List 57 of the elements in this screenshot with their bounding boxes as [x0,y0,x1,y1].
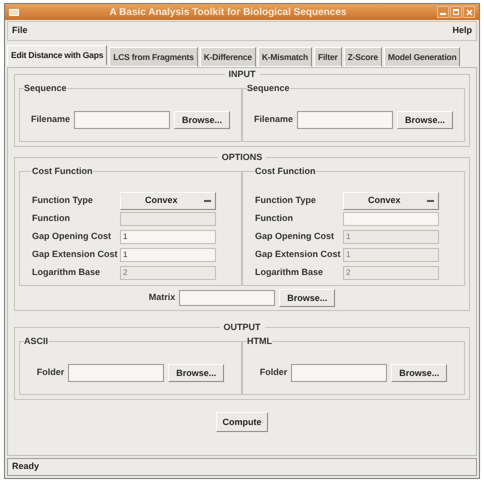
input-field[interactable] [74,111,170,129]
input-field[interactable] [343,212,439,226]
window-menu-icon[interactable] [9,8,19,16]
frame-title: Sequence [24,82,67,95]
input-field[interactable] [291,364,388,382]
frame-title: Cost Function [255,164,316,178]
minimize-icon[interactable] [437,6,449,18]
tab[interactable]: Z-Score [344,47,382,67]
input-field[interactable] [179,290,276,306]
menu-item[interactable]: File [12,24,28,38]
field-label: Folder [260,366,288,380]
frame-title: OUTPUT [222,321,262,334]
field-label: Function Type [255,194,317,207]
input-field[interactable] [297,111,393,129]
menu-item[interactable]: Help [452,24,472,38]
frame-title: Sequence [247,82,290,95]
frame-title: ASCII [24,334,48,348]
field-label: Matrix [148,291,176,304]
tab[interactable]: K-Mismatch [258,47,312,67]
frame-title: OPTIONS [220,151,264,164]
tab[interactable]: LCS from Fragments [109,47,198,67]
field-label: Gap Extension Cost [32,248,119,261]
function-type-dropdown[interactable]: Convex [120,192,216,210]
input-field[interactable]: 1 [120,230,216,244]
field-label: Function [32,212,71,225]
field-label: Logarithm Base [255,266,324,279]
input-field[interactable] [68,364,164,382]
browse-button[interactable]: Browse... [174,111,230,129]
field-label: Filename [30,113,70,126]
frame-title: HTML [247,334,272,348]
field-label: Folder [36,366,64,380]
close-icon[interactable] [463,6,475,18]
field-label: Filename [254,113,293,126]
browse-button[interactable]: Browse... [279,289,336,307]
tab[interactable]: Filter [314,47,342,67]
field-label: Gap Opening Cost [255,230,336,243]
browse-button[interactable]: Browse... [168,364,224,382]
tab[interactable]: K-Difference [200,47,256,67]
field-label: Function [255,212,294,225]
input-field[interactable]: 1 [120,248,216,262]
field-label: Logarithm Base [32,266,102,279]
browse-button[interactable]: Browse... [391,364,448,382]
maximize-icon[interactable] [450,6,462,18]
status-text: Ready [12,460,40,474]
frame-title: Cost Function [32,164,92,178]
frame-title: INPUT [228,68,256,81]
option-indicator-icon [204,200,211,202]
field-label: Function Type [32,194,94,207]
tab[interactable]: Edit Distance with Gaps [7,45,108,65]
option-indicator-icon [427,200,434,202]
field-label: Gap Extension Cost [255,248,342,261]
compute-button[interactable]: Compute [216,412,268,432]
window-title: A Basic Analysis Toolkit for Biological Sequences [108,6,348,20]
field-label: Gap Opening Cost [32,230,112,243]
browse-button[interactable]: Browse... [397,111,453,129]
tab[interactable]: Model Generation [384,47,460,67]
function-type-dropdown[interactable]: Convex [343,192,439,210]
